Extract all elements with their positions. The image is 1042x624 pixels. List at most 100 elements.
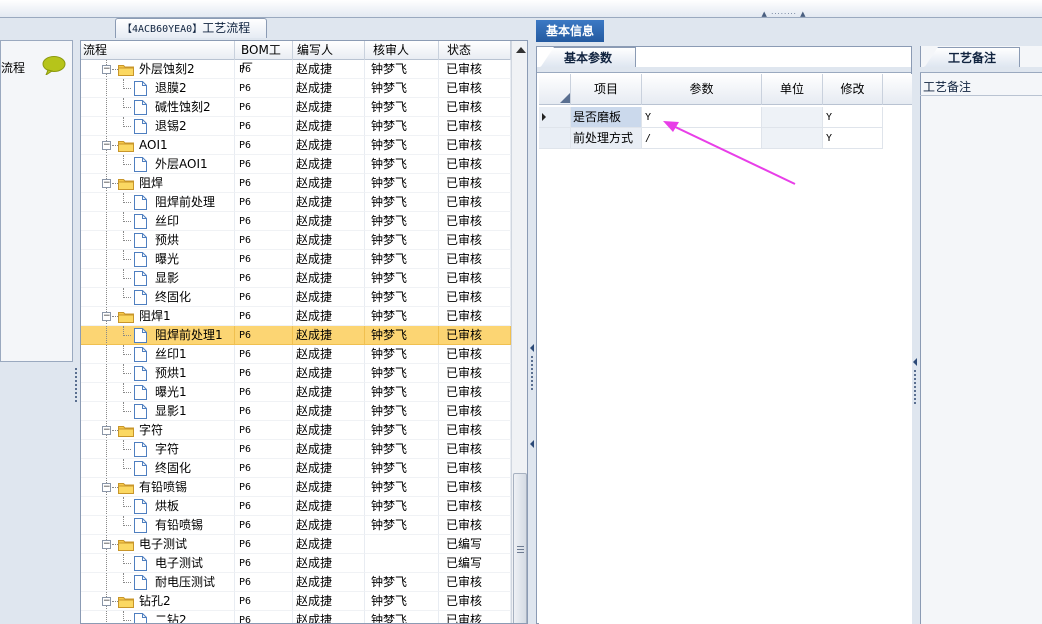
bom-factory-cell[interactable]: P6 [235, 345, 293, 364]
tree-step-row[interactable]: 终固化 P6 赵成捷 钟梦飞 已审核 [81, 459, 511, 478]
status-cell[interactable]: 已审核 [439, 212, 511, 231]
status-cell[interactable]: 已审核 [439, 497, 511, 516]
reviewer-cell[interactable]: 钟梦飞 [365, 459, 439, 478]
process-name-cell[interactable]: − 电子测试 [81, 535, 235, 554]
writer-cell[interactable]: 赵成捷 [293, 117, 365, 136]
tree-step-row[interactable]: 电子测试 P6 赵成捷 已编写 [81, 554, 511, 573]
reviewer-cell[interactable]: 钟梦飞 [365, 98, 439, 117]
scrollbar-thumb[interactable] [513, 473, 527, 623]
bom-factory-cell[interactable]: P6 [235, 440, 293, 459]
param-modify-cell[interactable]: Y [823, 107, 883, 128]
process-name-cell[interactable]: 曝光1 [81, 383, 235, 402]
bom-factory-cell[interactable]: P6 [235, 326, 293, 345]
params-row[interactable]: 前处理方式 / Y [539, 128, 912, 149]
param-unit-cell[interactable] [762, 107, 823, 128]
status-cell[interactable]: 已审核 [439, 478, 511, 497]
process-name-cell[interactable]: 显影1 [81, 402, 235, 421]
process-name-cell[interactable]: − 阻焊 [81, 174, 235, 193]
reviewer-cell[interactable]: 钟梦飞 [365, 117, 439, 136]
right-splitter-grip[interactable] [914, 370, 916, 406]
reviewer-cell[interactable]: 钟梦飞 [365, 250, 439, 269]
bom-factory-cell[interactable]: P6 [235, 535, 293, 554]
process-flow-tab[interactable]: 【4ACB60YEA0】工艺流程 [115, 18, 267, 38]
reviewer-cell[interactable]: 钟梦飞 [365, 326, 439, 345]
right-splitter[interactable] [912, 46, 918, 624]
writer-cell[interactable]: 赵成捷 [293, 193, 365, 212]
tree-step-row[interactable]: 耐电压测试 P6 赵成捷 钟梦飞 已审核 [81, 573, 511, 592]
tree-step-row[interactable]: 字符 P6 赵成捷 钟梦飞 已审核 [81, 440, 511, 459]
bom-factory-cell[interactable]: P6 [235, 212, 293, 231]
reviewer-cell[interactable]: 钟梦飞 [365, 592, 439, 611]
bom-factory-cell[interactable]: P6 [235, 402, 293, 421]
status-cell[interactable]: 已审核 [439, 155, 511, 174]
tree-collapse-toggle-icon[interactable]: − [102, 540, 111, 549]
bom-factory-cell[interactable]: P6 [235, 516, 293, 535]
writer-cell[interactable]: 赵成捷 [293, 383, 365, 402]
bom-factory-cell[interactable]: P6 [235, 383, 293, 402]
process-name-cell[interactable]: 退锡2 [81, 117, 235, 136]
collapse-right-arrow-icon[interactable] [913, 358, 917, 366]
tree-step-row[interactable]: 曝光1 P6 赵成捷 钟梦飞 已审核 [81, 383, 511, 402]
status-cell[interactable]: 已审核 [439, 269, 511, 288]
writer-cell[interactable]: 赵成捷 [293, 364, 365, 383]
process-name-cell[interactable]: 阻焊前处理 [81, 193, 235, 212]
status-cell[interactable]: 已审核 [439, 364, 511, 383]
writer-cell[interactable]: 赵成捷 [293, 345, 365, 364]
status-cell[interactable]: 已审核 [439, 592, 511, 611]
status-cell[interactable]: 已审核 [439, 611, 511, 623]
param-item-cell[interactable]: 前处理方式 [571, 128, 642, 149]
reviewer-cell[interactable]: 钟梦飞 [365, 212, 439, 231]
reviewer-cell[interactable]: 钟梦飞 [365, 364, 439, 383]
process-name-cell[interactable]: 二钻2 [81, 611, 235, 623]
writer-cell[interactable]: 赵成捷 [293, 402, 365, 421]
status-cell[interactable]: 已编写 [439, 554, 511, 573]
status-cell[interactable]: 已审核 [439, 383, 511, 402]
tree-step-row[interactable]: 阻焊前处理 P6 赵成捷 钟梦飞 已审核 [81, 193, 511, 212]
process-name-cell[interactable]: − 有铅喷锡 [81, 478, 235, 497]
status-cell[interactable]: 已审核 [439, 516, 511, 535]
tree-group-row[interactable]: − 有铅喷锡 P6 赵成捷 钟梦飞 已审核 [81, 478, 511, 497]
bom-factory-cell[interactable]: P6 [235, 459, 293, 478]
grid-vertical-scrollbar[interactable] [511, 41, 527, 623]
tree-collapse-toggle-icon[interactable]: − [102, 426, 111, 435]
writer-cell[interactable]: 赵成捷 [293, 250, 365, 269]
tree-group-row[interactable]: − 外层蚀刻2 P6 赵成捷 钟梦飞 已审核 [81, 60, 511, 79]
tree-collapse-toggle-icon[interactable]: − [102, 597, 111, 606]
status-cell[interactable]: 已审核 [439, 440, 511, 459]
reviewer-cell[interactable]: 钟梦飞 [365, 611, 439, 623]
status-cell[interactable]: 已审核 [439, 250, 511, 269]
writer-cell[interactable]: 赵成捷 [293, 98, 365, 117]
reviewer-cell[interactable]: 钟梦飞 [365, 231, 439, 250]
bom-factory-cell[interactable]: P6 [235, 193, 293, 212]
param-modify-cell[interactable]: Y [823, 128, 883, 149]
process-name-cell[interactable]: 终固化 [81, 459, 235, 478]
writer-cell[interactable]: 赵成捷 [293, 174, 365, 193]
collapse-left-arrow-icon[interactable] [530, 344, 534, 352]
status-cell[interactable]: 已审核 [439, 60, 511, 79]
bom-factory-cell[interactable]: P6 [235, 573, 293, 592]
column-header-writer[interactable]: 编写人 [293, 41, 365, 60]
bom-factory-cell[interactable]: P6 [235, 174, 293, 193]
writer-cell[interactable]: 赵成捷 [293, 421, 365, 440]
process-name-cell[interactable]: 碱性蚀刻2 [81, 98, 235, 117]
bom-factory-cell[interactable]: P6 [235, 98, 293, 117]
bom-factory-cell[interactable]: P6 [235, 478, 293, 497]
writer-cell[interactable]: 赵成捷 [293, 611, 365, 623]
writer-cell[interactable]: 赵成捷 [293, 592, 365, 611]
tree-step-row[interactable]: 二钻2 P6 赵成捷 钟梦飞 已审核 [81, 611, 511, 623]
process-name-cell[interactable]: 丝印1 [81, 345, 235, 364]
process-name-cell[interactable]: − AOI1 [81, 136, 235, 155]
tree-step-row[interactable]: 退膜2 P6 赵成捷 钟梦飞 已审核 [81, 79, 511, 98]
tree-collapse-toggle-icon[interactable]: − [102, 179, 111, 188]
process-name-cell[interactable]: 烘板 [81, 497, 235, 516]
bom-factory-cell[interactable]: P6 [235, 60, 293, 79]
bom-factory-cell[interactable]: P6 [235, 155, 293, 174]
tree-group-row[interactable]: − 阻焊1 P6 赵成捷 钟梦飞 已审核 [81, 307, 511, 326]
tree-step-row[interactable]: 有铅喷锡 P6 赵成捷 钟梦飞 已审核 [81, 516, 511, 535]
writer-cell[interactable]: 赵成捷 [293, 516, 365, 535]
column-header-status[interactable]: 状态 [439, 41, 511, 60]
process-name-cell[interactable]: 退膜2 [81, 79, 235, 98]
process-name-cell[interactable]: 预烘 [81, 231, 235, 250]
status-cell[interactable]: 已编写 [439, 535, 511, 554]
reviewer-cell[interactable]: 钟梦飞 [365, 193, 439, 212]
